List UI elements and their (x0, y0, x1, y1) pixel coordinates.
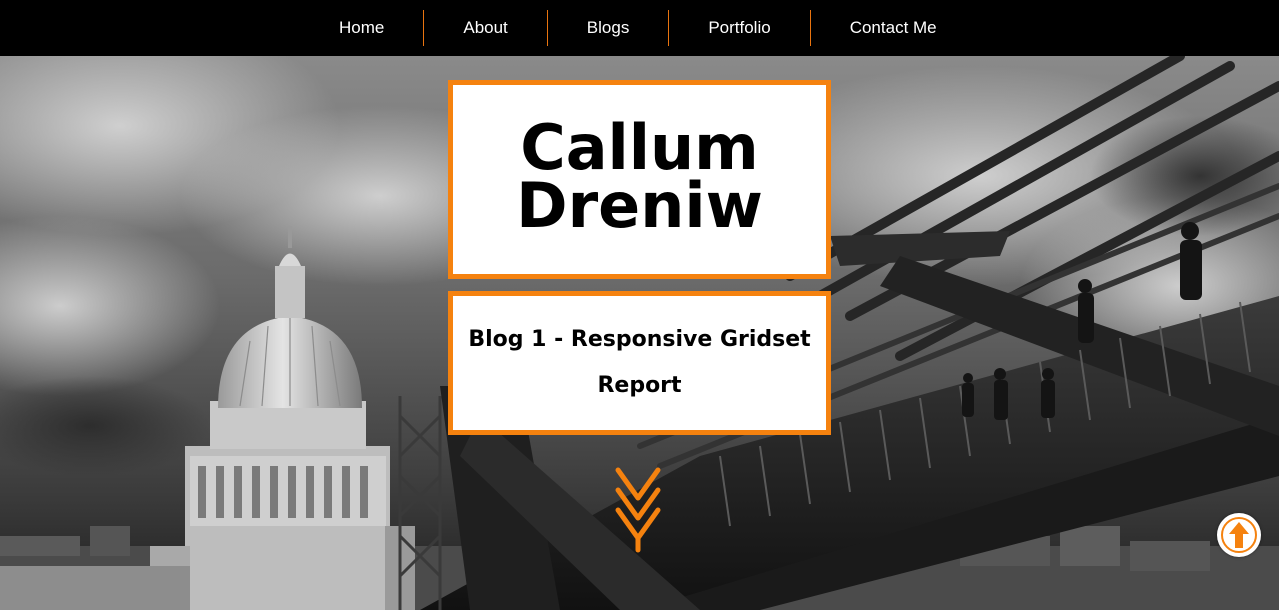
page-subtitle-box: Blog 1 - Responsive Gridset Report (448, 291, 831, 435)
triple-chevron-down-icon[interactable] (612, 466, 664, 556)
nav-list: Home About Blogs Portfolio Contact Me (300, 10, 976, 46)
nav-item-home[interactable]: Home (300, 10, 423, 46)
site-title-line-1: Callum (520, 110, 759, 184)
nav-item-contact[interactable]: Contact Me (809, 10, 976, 46)
back-to-top-button[interactable] (1217, 513, 1261, 557)
arrow-up-icon (1221, 517, 1257, 553)
top-nav: Home About Blogs Portfolio Contact Me (0, 0, 1279, 56)
page-subtitle: Blog 1 - Responsive Gridset Report (468, 327, 811, 398)
site-title-box: Callum Dreniw (448, 80, 831, 279)
nav-item-about[interactable]: About (423, 10, 546, 46)
site-title: Callum Dreniw (490, 110, 790, 242)
page: Home About Blogs Portfolio Contact Me Ca… (0, 0, 1279, 610)
nav-item-portfolio[interactable]: Portfolio (668, 10, 809, 46)
site-title-line-2: Dreniw (516, 168, 763, 242)
nav-item-blogs[interactable]: Blogs (546, 10, 669, 46)
